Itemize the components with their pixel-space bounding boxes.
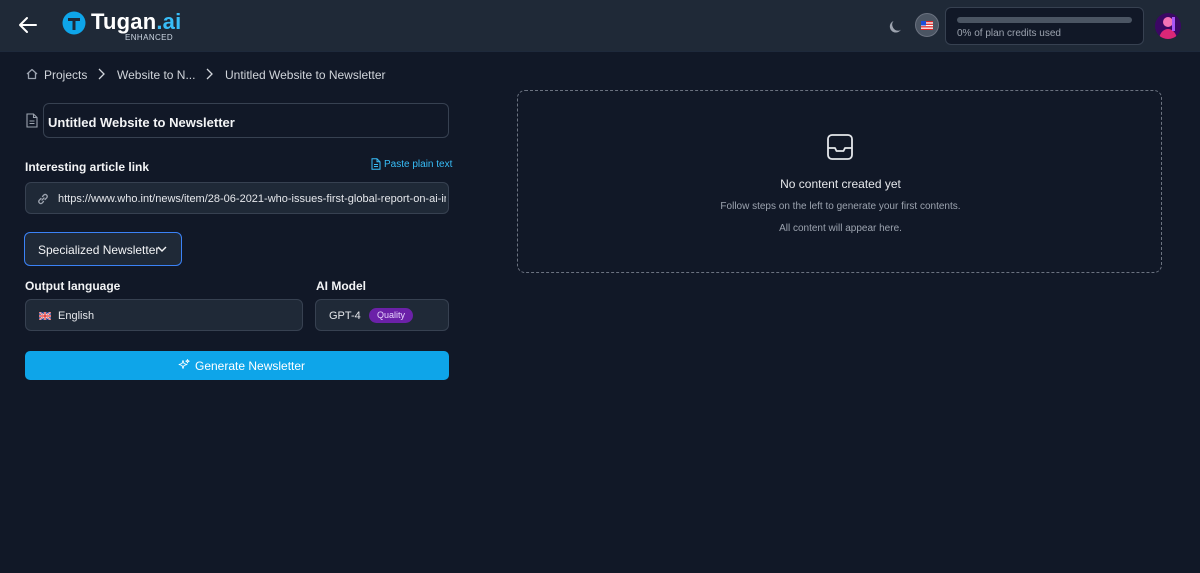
us-flag-icon	[921, 21, 933, 30]
quality-badge: Quality	[369, 308, 414, 323]
newsletter-type-dropdown[interactable]: Specialized Newsletter	[24, 232, 182, 266]
empty-state-line-1: Follow steps on the left to generate you…	[720, 201, 961, 212]
empty-state-line-2: All content will appear here.	[779, 223, 902, 234]
breadcrumb-website-to-newsletter[interactable]: Website to N...	[117, 68, 195, 82]
logo-icon	[62, 11, 86, 35]
chevron-down-icon	[157, 246, 167, 252]
content-empty-state: No content created yet Follow steps on t…	[517, 90, 1162, 273]
article-url-input[interactable]: https://www.who.int/news/item/28-06-2021…	[25, 182, 449, 214]
article-url-value: https://www.who.int/news/item/28-06-2021…	[58, 193, 446, 205]
chevron-right-icon	[206, 68, 213, 80]
language-button[interactable]	[915, 13, 939, 37]
ai-model-label: AI Model	[316, 279, 366, 293]
article-link-label: Interesting article link	[25, 160, 150, 174]
generate-newsletter-button[interactable]: Generate Newsletter	[25, 351, 449, 380]
empty-state-title: No content created yet	[780, 177, 901, 191]
breadcrumb-current: Untitled Website to Newsletter	[225, 68, 386, 82]
sparkles-icon	[178, 359, 190, 369]
breadcrumb-projects[interactable]: Projects	[44, 68, 87, 82]
theme-toggle-button[interactable]	[886, 16, 906, 36]
output-language-label: Output language	[25, 279, 121, 293]
ai-model-select[interactable]: GPT-4 Quality	[315, 299, 449, 331]
project-title-input[interactable]: Untitled Website to Newsletter	[43, 103, 449, 138]
inbox-icon	[827, 134, 853, 160]
moon-icon	[889, 21, 901, 33]
brand-name: Tugan.ai	[91, 9, 182, 34]
ai-model-value: GPT-4	[329, 310, 361, 322]
home-icon	[26, 68, 38, 80]
credits-text: 0% of plan credits used	[957, 28, 1061, 39]
uk-flag-icon	[39, 312, 51, 320]
chevron-right-icon	[98, 68, 105, 80]
back-button[interactable]	[16, 13, 40, 37]
document-icon	[371, 158, 381, 170]
top-bar: Tugan.ai ENHANCED 0% of plan credits use…	[0, 0, 1200, 52]
output-language-value: English	[58, 310, 95, 322]
output-language-select[interactable]: English	[25, 299, 303, 331]
credits-progress-bar	[957, 17, 1132, 23]
link-icon	[38, 193, 48, 205]
plan-credits[interactable]: 0% of plan credits used	[945, 7, 1144, 45]
user-avatar[interactable]	[1155, 13, 1181, 39]
document-icon	[26, 113, 38, 128]
avatar-image	[1155, 13, 1181, 39]
arrow-left-icon	[19, 17, 37, 33]
generate-newsletter-label: Generate Newsletter	[195, 359, 306, 373]
newsletter-type-value: Specialized Newsletter	[38, 243, 160, 257]
brand-subtitle: ENHANCED	[125, 33, 174, 42]
